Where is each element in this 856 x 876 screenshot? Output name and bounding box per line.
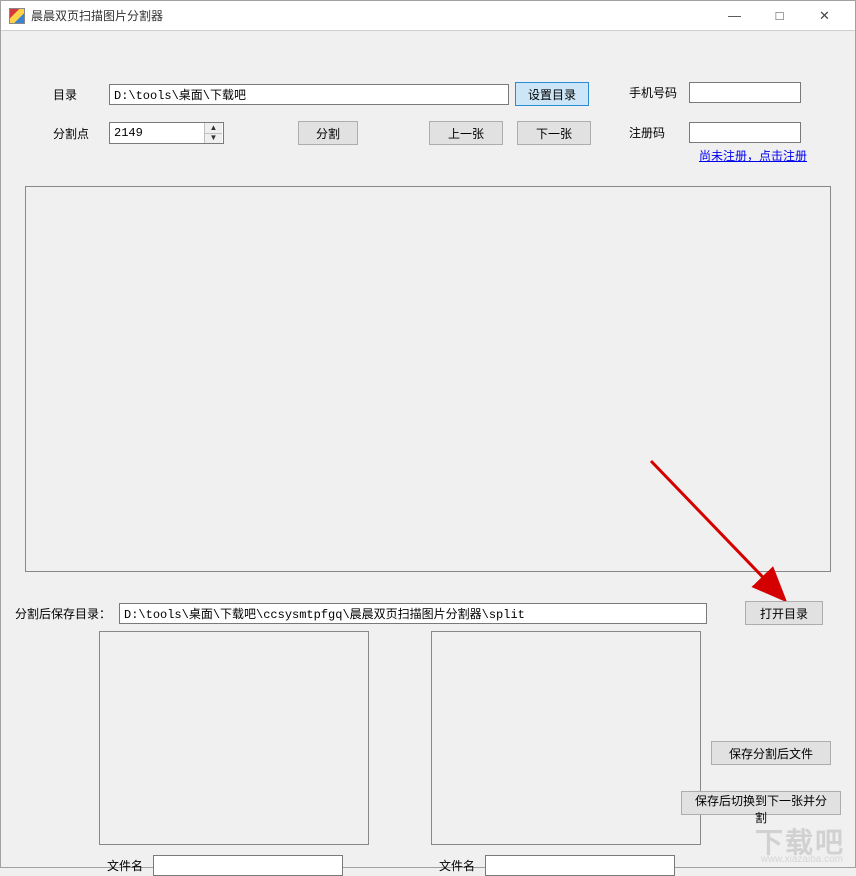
splitpoint-input[interactable]: [110, 123, 204, 143]
phone-label: 手机号码: [629, 84, 689, 101]
preview-right-panel: [431, 631, 701, 845]
save-split-button[interactable]: 保存分割后文件: [711, 741, 831, 765]
regcode-input[interactable]: [689, 122, 801, 143]
watermark-text: 下载吧: [755, 821, 845, 861]
next-button[interactable]: 下一张: [517, 121, 591, 145]
set-directory-button[interactable]: 设置目录: [515, 82, 589, 106]
titlebar: 晨晨双页扫描图片分割器 ― □ ✕: [1, 1, 855, 31]
filename-b-label: 文件名: [439, 857, 475, 874]
maximize-button[interactable]: □: [757, 1, 802, 30]
window-title: 晨晨双页扫描图片分割器: [31, 7, 163, 24]
app-window: 晨晨双页扫描图片分割器 ― □ ✕ 目录 设置目录 手机号码 分割点 ▲ ▼: [0, 0, 856, 868]
app-icon: [9, 8, 25, 24]
prev-button[interactable]: 上一张: [429, 121, 503, 145]
filename-b-input[interactable]: [485, 855, 675, 876]
save-dir-input[interactable]: [119, 603, 707, 624]
watermark-sub: www.xiazaiba.com: [761, 854, 843, 865]
splitpoint-label: 分割点: [53, 125, 109, 142]
splitpoint-stepper[interactable]: ▲ ▼: [109, 122, 224, 144]
directory-label: 目录: [53, 86, 109, 103]
regcode-label: 注册码: [629, 124, 689, 141]
save-next-button[interactable]: 保存后切换到下一张并分割: [681, 791, 841, 815]
spin-up-icon[interactable]: ▲: [205, 123, 222, 134]
minimize-button[interactable]: ―: [712, 1, 757, 30]
phone-input[interactable]: [689, 82, 801, 103]
close-button[interactable]: ✕: [802, 1, 847, 30]
filename-a-input[interactable]: [153, 855, 343, 876]
directory-input[interactable]: [109, 84, 509, 105]
split-button[interactable]: 分割: [298, 121, 358, 145]
filename-a-label: 文件名: [107, 857, 143, 874]
spin-down-icon[interactable]: ▼: [205, 134, 222, 144]
open-dir-button[interactable]: 打开目录: [745, 601, 823, 625]
content-area: 目录 设置目录 手机号码 分割点 ▲ ▼ 分割 上一张 下一张 注册码: [1, 31, 855, 867]
register-link[interactable]: 尚未注册，点击注册: [699, 147, 807, 164]
save-dir-label: 分割后保存目录：: [15, 605, 111, 622]
main-preview-panel: [25, 186, 831, 572]
preview-left-panel: [99, 631, 369, 845]
